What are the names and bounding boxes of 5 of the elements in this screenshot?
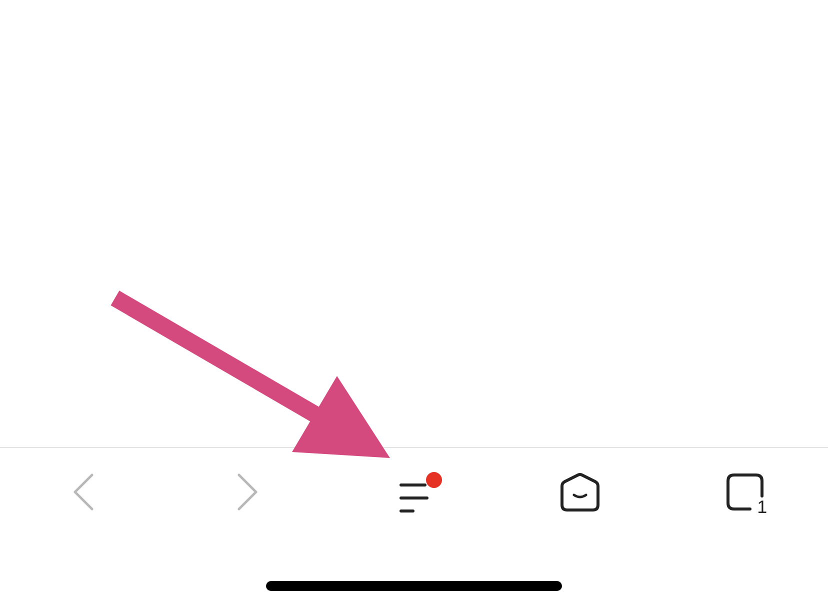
forward-chevron-icon [237,473,260,511]
tabs-button[interactable]: 1 [725,472,766,512]
back-chevron-icon [72,473,94,511]
house-icon [558,472,601,512]
home-button[interactable] [558,472,601,512]
